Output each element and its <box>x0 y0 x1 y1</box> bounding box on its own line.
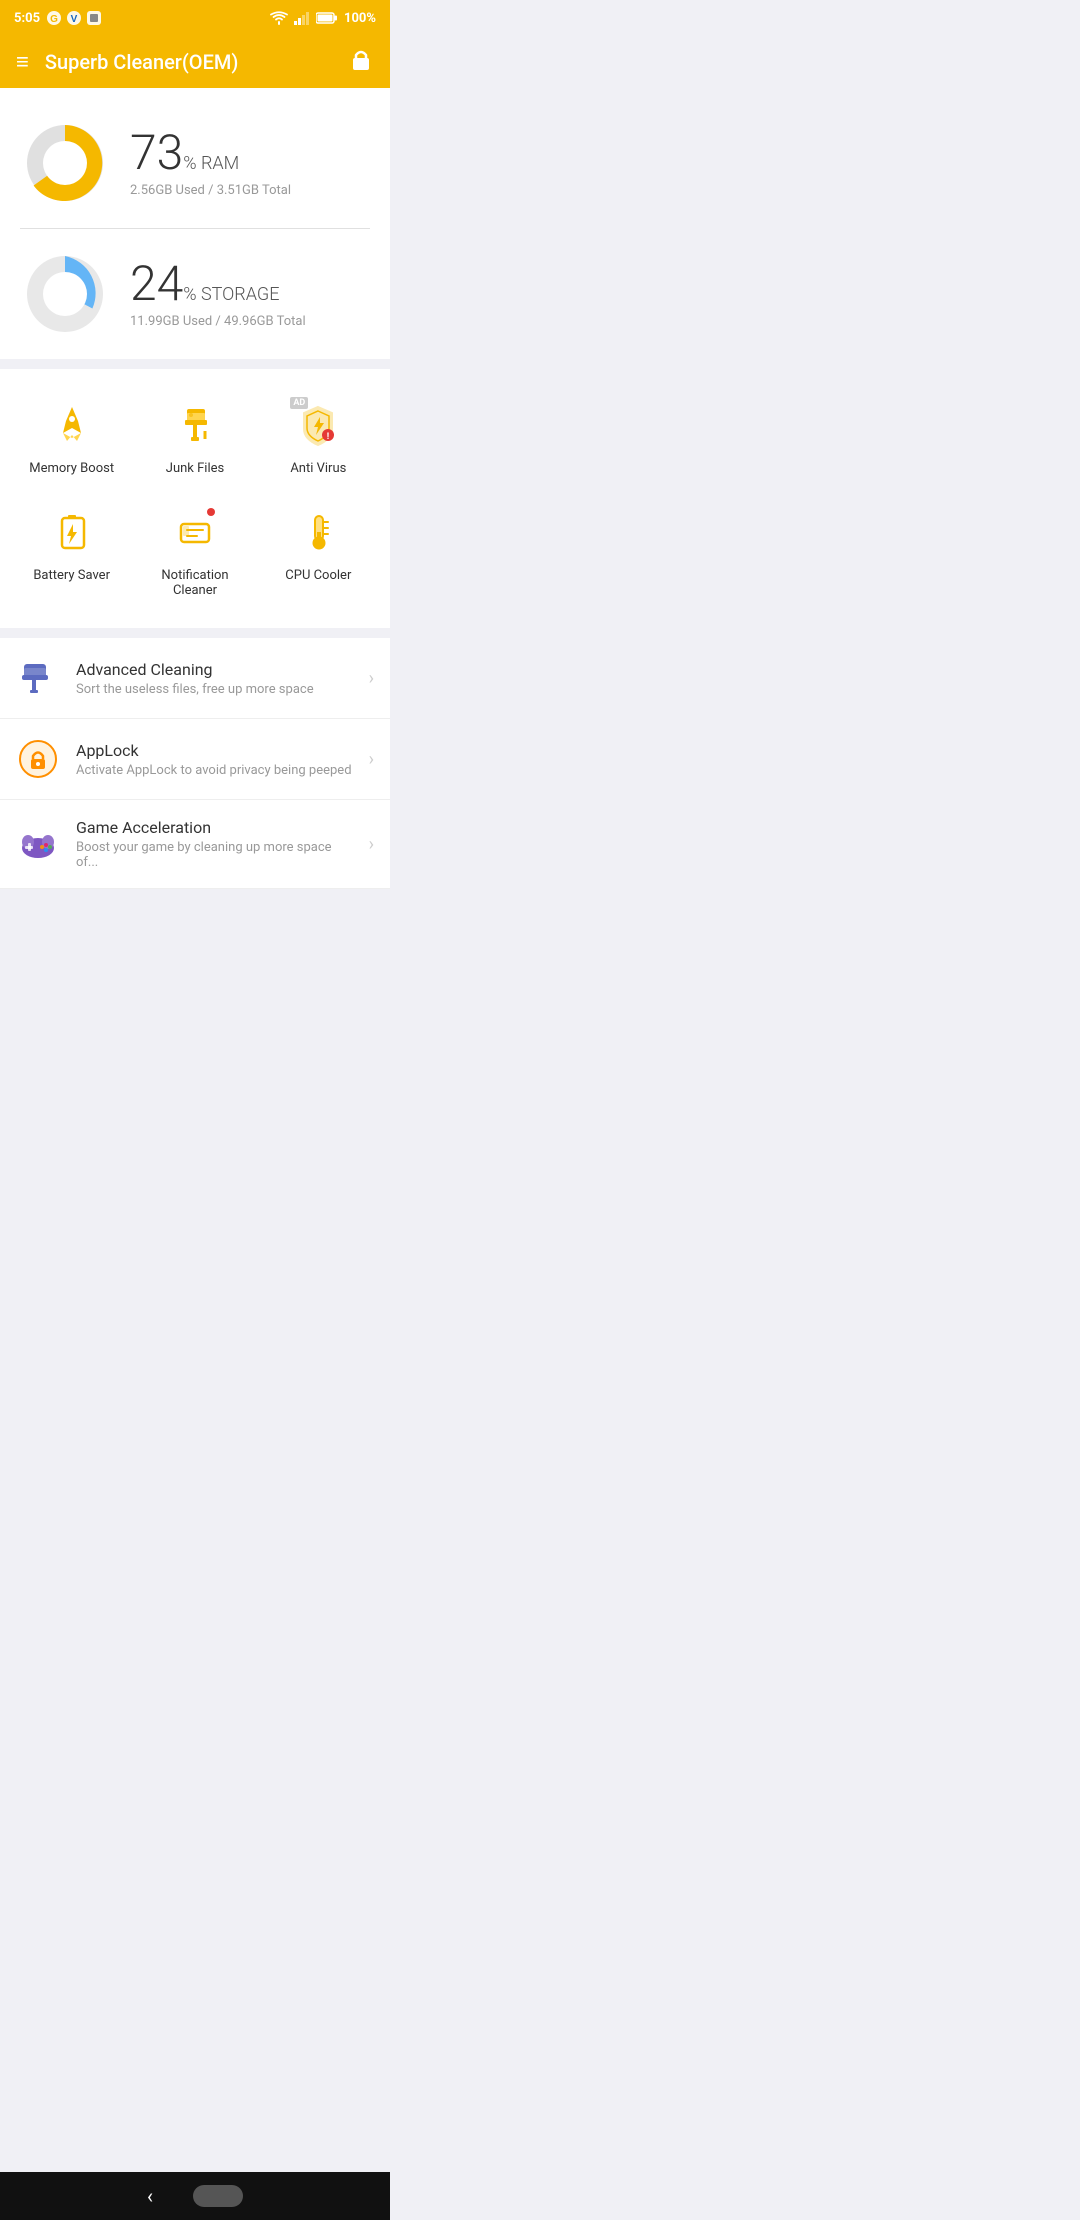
tools-grid: Memory Boost Junk Files <box>10 389 380 608</box>
list-section: Advanced Cleaning Sort the useless files… <box>0 638 390 889</box>
advanced-cleaning-icon <box>16 656 60 700</box>
applock-subtitle: Activate AppLock to avoid privacy being … <box>76 763 353 778</box>
lock-icon[interactable] <box>348 46 374 78</box>
storage-info: 24% STORAGE 11.99GB Used / 49.96GB Total <box>130 260 370 329</box>
thermometer-icon <box>296 510 340 554</box>
square-icon <box>86 10 102 26</box>
signal-icon <box>294 11 310 25</box>
tool-anti-virus[interactable]: AD ! Anti Virus <box>257 389 380 486</box>
advanced-cleaning-subtitle: Sort the useless files, free up more spa… <box>76 682 353 697</box>
storage-percentage: 24 <box>130 255 183 312</box>
applock-icon <box>16 737 60 781</box>
stats-section: 73% RAM 2.56GB Used / 3.51GB Total 24% S… <box>0 88 390 359</box>
battery-saver-icon-container <box>46 506 98 558</box>
storage-detail: 11.99GB Used / 49.96GB Total <box>130 314 370 329</box>
advanced-cleaning-arrow: › <box>369 668 374 689</box>
ad-badge: AD <box>290 397 308 409</box>
app-toolbar: ≡ Superb Cleaner(OEM) <box>0 36 390 88</box>
tool-battery-saver[interactable]: Battery Saver <box>10 496 133 608</box>
paint-roller-icon <box>18 658 58 698</box>
advanced-cleaning-text: Advanced Cleaning Sort the useless files… <box>76 660 353 697</box>
battery-saver-label: Battery Saver <box>33 568 110 583</box>
game-acceleration-icon <box>16 822 60 866</box>
battery-status-icon <box>316 12 338 24</box>
ram-detail: 2.56GB Used / 3.51GB Total <box>130 183 370 198</box>
list-item-game-acceleration[interactable]: Game Acceleration Boost your game by cle… <box>0 800 390 889</box>
tools-section: Memory Boost Junk Files <box>0 369 390 628</box>
advanced-cleaning-title: Advanced Cleaning <box>76 660 353 679</box>
ram-stat-row: 73% RAM 2.56GB Used / 3.51GB Total <box>20 108 370 218</box>
game-acceleration-text: Game Acceleration Boost your game by cle… <box>76 818 353 870</box>
list-item-applock[interactable]: AppLock Activate AppLock to avoid privac… <box>0 719 390 800</box>
tool-notification-cleaner[interactable]: Notification Cleaner <box>133 496 256 608</box>
game-acceleration-title: Game Acceleration <box>76 818 353 837</box>
ram-percentage: 73 <box>130 124 183 181</box>
tool-junk-files[interactable]: Junk Files <box>133 389 256 486</box>
notification-cleaner-label: Notification Cleaner <box>138 568 251 598</box>
menu-icon[interactable]: ≡ <box>16 49 29 75</box>
applock-title: AppLock <box>76 741 353 760</box>
battery-icon <box>50 510 94 554</box>
storage-stat-row: 24% STORAGE 11.99GB Used / 49.96GB Total <box>20 228 370 349</box>
notification-icon <box>173 510 217 554</box>
applock-lock-icon <box>18 739 58 779</box>
cpu-cooler-icon-container <box>292 506 344 558</box>
list-item-advanced-cleaning[interactable]: Advanced Cleaning Sort the useless files… <box>0 638 390 719</box>
notification-cleaner-icon-container <box>169 506 221 558</box>
svg-text:!: ! <box>327 432 329 442</box>
cpu-cooler-label: CPU Cooler <box>285 568 351 583</box>
battery-percentage: 100% <box>344 11 376 26</box>
wifi-icon <box>270 11 288 25</box>
tool-memory-boost[interactable]: Memory Boost <box>10 389 133 486</box>
notification-dot <box>207 508 215 516</box>
junk-files-icon-container <box>169 399 221 451</box>
memory-boost-label: Memory Boost <box>29 461 114 476</box>
shield-icon: ! <box>296 403 340 447</box>
applock-text: AppLock Activate AppLock to avoid privac… <box>76 741 353 778</box>
svg-text:G: G <box>50 14 58 25</box>
status-bar: 5:05 G V <box>0 0 390 36</box>
anti-virus-icon-container: AD ! <box>292 399 344 451</box>
rocket-icon <box>50 403 94 447</box>
home-button[interactable] <box>193 2185 243 2207</box>
junk-files-label: Junk Files <box>166 461 224 476</box>
game-controller-icon <box>18 824 58 864</box>
applock-arrow: › <box>369 749 374 770</box>
bottom-navigation: ‹ <box>0 2172 390 2220</box>
lock-svg-icon <box>348 46 374 72</box>
game-acceleration-arrow: › <box>369 834 374 855</box>
app-title: Superb Cleaner(OEM) <box>45 50 239 74</box>
brush-icon <box>173 403 217 447</box>
ram-info: 73% RAM 2.56GB Used / 3.51GB Total <box>130 129 370 198</box>
ram-label: % RAM <box>183 153 239 174</box>
storage-label: % STORAGE <box>183 284 279 305</box>
back-button[interactable]: ‹ <box>147 2184 153 2208</box>
google-icon: G <box>46 10 62 26</box>
status-time: 5:05 <box>14 11 40 26</box>
game-acceleration-subtitle: Boost your game by cleaning up more spac… <box>76 840 353 870</box>
storage-pie-chart <box>20 249 110 339</box>
v-icon: V <box>66 10 82 26</box>
svg-text:V: V <box>71 14 78 25</box>
memory-boost-icon-container <box>46 399 98 451</box>
tool-cpu-cooler[interactable]: CPU Cooler <box>257 496 380 608</box>
anti-virus-label: Anti Virus <box>290 461 346 476</box>
ram-pie-chart <box>20 118 110 208</box>
